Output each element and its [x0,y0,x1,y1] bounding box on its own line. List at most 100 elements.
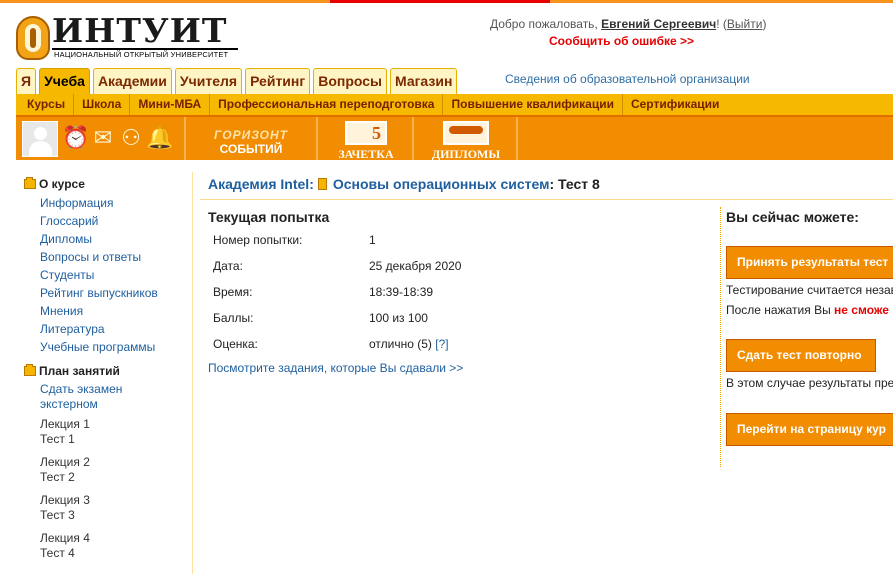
lecture-label: Лекция 4 [40,531,90,545]
sidebar-item-reviews[interactable]: Мнения [40,302,192,320]
accept-note: Тестирование считается незав [726,283,893,297]
sidebar-item-graduates-rating[interactable]: Рейтинг выпускников [40,284,192,302]
attempt-key: Оценка: [213,337,258,351]
sidebar-item-glossary[interactable]: Глоссарий [40,212,192,230]
lesson-plan-label: План занятий [39,364,120,378]
org-info-link[interactable]: Сведения об образовательной организации [505,72,750,86]
attempt-row: Оценка: отлично (5) [?] [213,333,513,359]
grade-value: отлично (5) [369,337,432,351]
after-press-note: После нажатия Вы не сможе [726,303,889,317]
events-horizon-button[interactable]: ГОРИЗОНТ СОБЫТИЙ [201,120,301,160]
view-tasks-link[interactable]: Посмотрите задания, которые Вы сдавали >… [208,361,463,375]
lecture-label: Лекция 3 [40,493,90,507]
lecture-item[interactable]: Лекция 1 Тест 1 [40,417,192,447]
book-icon [317,178,327,190]
lesson-plan-heading[interactable]: План занятий [24,363,192,379]
sidebar-item-students[interactable]: Студенты [40,266,192,284]
sidebar-item-info[interactable]: Информация [40,194,192,212]
attempt-value: 100 из 100 [369,311,428,325]
accept-results-button[interactable]: Принять результаты тест [726,246,893,279]
welcome-text: Добро пожаловать, Евгений Сергеевич! (Вы… [490,17,766,31]
logo[interactable]: ИНТУИТ Национальный открытый университет [16,11,238,66]
top-accent-red [330,0,550,3]
sidebar-item-literature[interactable]: Литература [40,320,192,338]
avatar[interactable] [22,121,58,157]
right-panel-divider [720,207,721,467]
attempt-key: Номер попытки: [213,233,303,247]
report-error-link[interactable]: Сообщить об ошибке >> [549,34,694,48]
test-label: Тест 3 [40,508,75,522]
record-book-icon: 5 [345,121,387,145]
people-icon[interactable]: ⚇ [118,125,144,151]
breadcrumb-course-link[interactable]: Основы операционных систем [333,176,550,192]
record-book-button[interactable]: 5 ЗАЧЕТКА [334,120,398,161]
tab-me[interactable]: Я [16,68,37,94]
logo-word: ИНТУИТ [52,11,228,50]
sidebar-item-external-exam[interactable]: Сдать экзамен экстерном [40,382,192,412]
tab-shop[interactable]: Магазин [389,68,458,94]
attempt-value: отлично (5) [?] [369,337,449,351]
logout-link[interactable]: Выйти [727,17,763,31]
sidebar-item-diplomas[interactable]: Дипломы [40,230,192,248]
diploma-icon [443,121,489,145]
welcome-suffix: ) [762,17,767,31]
sub-nav-mini-mba[interactable]: Мини-МБА [129,94,209,115]
breadcrumb-colon: : [309,176,314,192]
sidebar-divider [192,172,193,574]
sub-nav-retraining[interactable]: Профессиональная переподготовка [209,94,442,115]
about-course-label: О курсе [39,177,85,191]
attempt-row: Дата: 25 декабря 2020 [213,255,513,281]
external-exam-line1: Сдать экзамен [40,382,123,396]
attempt-key: Время: [213,285,253,299]
retake-test-button[interactable]: Сдать тест повторно [726,339,876,372]
sub-nav-advanced-training[interactable]: Повышение квалификации [442,94,621,115]
sub-nav: Курсы Школа Мини-МБА Профессиональная пе… [16,94,893,115]
lecture-item[interactable]: Лекция 4 Тест 4 [40,531,192,561]
folder-icon [24,364,36,376]
attempt-value: 25 декабря 2020 [369,259,462,273]
lecture-label: Лекция 2 [40,455,90,469]
test-label: Тест 1 [40,432,75,446]
after-press-prefix: После нажатия Вы [726,303,835,317]
sub-nav-courses[interactable]: Курсы [16,94,73,115]
folder-icon [24,177,36,189]
breadcrumb-academy-link[interactable]: Академия Intel [208,176,309,192]
diplomas-button[interactable]: ДИПЛОМЫ [424,120,508,161]
tab-teachers[interactable]: Учителя [174,68,243,94]
sidebar-item-programs[interactable]: Учебные программы [40,338,192,356]
header-rule [200,199,893,200]
you-can-title: Вы сейчас можете: [726,209,859,225]
tab-rating[interactable]: Рейтинг [245,68,311,94]
horizon-line2: СОБЫТИЙ [219,142,283,156]
sub-nav-certifications[interactable]: Сертификации [621,94,727,115]
attempt-value: 1 [369,233,376,247]
welcome-prefix: Добро пожаловать, [490,17,602,31]
go-to-course-button[interactable]: Перейти на страницу кур [726,413,893,446]
breadcrumb-current-test: Тест 8 [558,176,600,192]
attempt-row: Номер попытки: 1 [213,229,513,255]
attempt-row: Время: 18:39-18:39 [213,281,513,307]
envelope-icon[interactable]: ✉ [90,125,116,151]
alarm-clock-icon[interactable]: ⏰ [62,125,89,151]
about-course-heading[interactable]: О курсе [24,176,192,192]
sidebar-item-qa[interactable]: Вопросы и ответы [40,248,192,266]
current-attempt-title: Текущая попытка [208,209,330,225]
horizon-line1: ГОРИЗОНТ [214,128,288,142]
lecture-item[interactable]: Лекция 2 Тест 2 [40,455,192,485]
tab-academies[interactable]: Академии [92,68,172,94]
lecture-item[interactable]: Лекция 3 Тест 3 [40,493,192,523]
record-book-label: ЗАЧЕТКА [338,147,394,161]
test-label: Тест 4 [40,546,75,560]
attempt-key: Дата: [213,259,243,273]
grade-help-link[interactable]: [?] [435,337,448,351]
breadcrumb: Академия Intel: Основы операционных систе… [208,176,600,192]
sub-nav-school[interactable]: Школа [73,94,129,115]
tab-questions[interactable]: Вопросы [313,68,387,94]
attempt-key: Баллы: [213,311,254,325]
logo-subtitle: Национальный открытый университет [54,50,229,59]
bell-icon[interactable]: 🔔 [146,125,173,151]
tab-study[interactable]: Учеба [39,68,90,95]
attempt-row: Баллы: 100 из 100 [213,307,513,333]
user-name-link[interactable]: Евгений Сергеевич [601,17,716,31]
attempt-value: 18:39-18:39 [369,285,434,299]
